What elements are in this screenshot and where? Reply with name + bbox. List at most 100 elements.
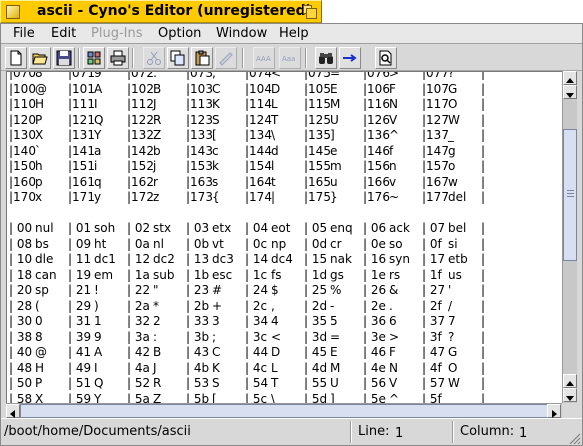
menu-file[interactable]: File [13,26,35,41]
editor-cell: Q [94,112,104,127]
scroll-up-arrow-icon[interactable] [563,374,577,388]
editor-cell: 3 [212,314,220,328]
open-folder-icon[interactable] [29,47,51,69]
copy-icon[interactable] [167,47,189,69]
editor-cell: 6 [389,314,397,328]
editor-cell: | 2a [127,298,150,313]
editor-cell: D [271,81,281,96]
editor-cell: vt [212,236,224,251]
editor-cell: | 3b [186,329,210,344]
editor-cell: |164 [245,174,272,189]
editor-cell: | 34 [245,314,269,328]
menu-edit[interactable]: Edit [51,26,76,41]
menu-option[interactable]: Option [158,26,201,41]
scroll-up-arrow-icon[interactable] [563,71,577,85]
window-title: ascii - Cyno's Editor (unregistered) [37,3,313,19]
editor-cell: rs [389,267,401,282]
editor-cell: Z [153,128,162,142]
horizontal-scrollbar[interactable] [6,403,562,418]
editor-cell: |142 [127,143,154,158]
editor-cell: M [330,360,341,375]
editor-cell: etx [212,221,232,235]
editor-cell: H [35,97,45,111]
close-box-icon[interactable] [6,5,20,19]
horizontal-scroll-thumb[interactable] [20,404,548,418]
editor-cell: |133 [186,128,213,142]
resize-handle-icon[interactable] [568,432,581,445]
editor-cell: |135 [304,128,331,142]
editor-cell: @ [35,81,47,96]
editor-cell: | 16 [363,252,387,266]
editor-cell: | 43 [186,345,210,359]
scroll-down-arrow-icon[interactable] [563,85,577,99]
scroll-right-arrow-icon[interactable] [547,404,561,418]
editor-cell: np [271,236,287,251]
editor-cell: | 0a [127,236,150,251]
editor-cell: | [481,128,486,142]
menu-help[interactable]: Help [279,26,309,41]
editor-cell: K [212,97,220,111]
editor-cell: | 5d [304,391,328,404]
lowercase-icon[interactable]: Aaa [279,47,301,69]
window-title-tab[interactable]: ascii - Cyno's Editor (unregistered) [0,0,322,23]
editor-cell: sub [153,267,175,282]
find-binoculars-icon[interactable] [315,47,337,69]
scroll-down-arrow-icon[interactable] [563,388,577,402]
editor-cell: | 36 [363,314,387,328]
menu-window[interactable]: Window [216,26,267,41]
editor-cell: | 50 [9,376,33,390]
editor-cell: g [448,143,456,158]
editor-cell: B [153,81,162,96]
editor-cell: nul [35,221,54,235]
editor-cell: |125 [304,112,331,127]
editor-cell: | 4b [186,360,210,375]
toolbar-separator [78,48,80,68]
editor-cell: | 05 [304,221,328,235]
editor-cell: . [389,298,393,313]
editor-cell: | 1b [186,267,210,282]
editor-cell: @ [35,345,47,359]
vertical-scroll-thumb[interactable] [563,129,577,261]
editor-cell: |175 [304,190,331,204]
editor-cell: | 45 [304,345,328,359]
editor-cell: | 57 [422,376,446,390]
find-in-page-icon[interactable] [375,47,397,69]
editor-cell: |127 [422,112,449,127]
line-label: Line: [358,424,390,439]
clear-icon[interactable] [215,47,237,69]
editor-cell: K [212,360,220,375]
text-editor-area[interactable]: |070 8 |071 9 |072: |073; |074 < |075 = |076 > |077?… [6,71,562,403]
editor-cell: 4 [271,314,279,328]
cut-scissors-icon[interactable] [143,47,165,69]
editor-cell: 8 [35,329,43,344]
editor-cell: |171 [68,190,95,204]
editor-cell: | 13 [186,252,210,266]
editor-cell: R [153,112,162,127]
editor-cell: ' [448,283,452,297]
editor-cell: | 12 [127,252,151,266]
editor-cell: | 19 [68,267,92,282]
printer-icon[interactable] [107,47,129,69]
paste-icon[interactable] [191,47,213,69]
editor-cell: = [330,71,341,80]
editor-cell: | [481,97,486,111]
zoom-box-icon[interactable] [303,5,317,19]
editor-cell: | 24 [245,283,269,297]
new-document-icon[interactable] [5,47,27,69]
editor-cell: | 1d [304,267,328,282]
editor-cell: | 56 [363,376,387,390]
goto-arrow-icon[interactable] [339,47,361,69]
menu-plug-ins[interactable]: Plug-Ins [91,26,142,41]
editor-cell: | 2c [245,298,268,313]
editor-cell: k [212,159,219,173]
vertical-scrollbar[interactable] [562,71,577,403]
uppercase-icon[interactable]: AAA [253,47,275,69]
editor-cell: > [389,71,400,80]
editor-cell: stx [153,221,172,235]
status-divider [452,421,454,443]
editor-cell: | 3a [127,329,150,344]
save-disk-icon[interactable] [53,47,75,69]
settings-icon[interactable] [83,47,105,69]
scroll-left-arrow-icon[interactable] [6,404,20,418]
editor-cell: |073 [186,71,213,80]
